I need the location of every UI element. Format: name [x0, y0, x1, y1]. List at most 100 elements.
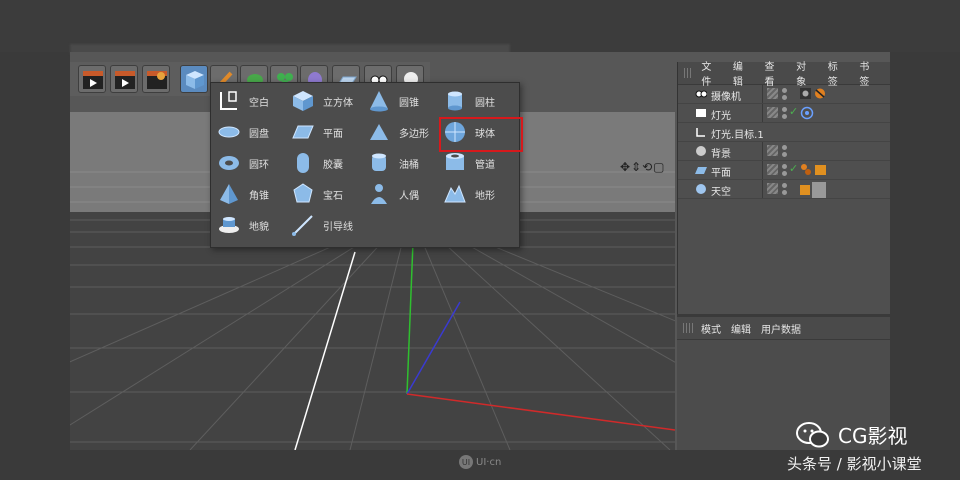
object-name: 灯光 — [711, 111, 731, 122]
primitive-objects-menu: 空白 立方体 圆锥 圆柱 圆盘 平面 多边形 球体 圆环 胶囊 油桶 管道 角锥 宝石 人偶 地形 地貌 引导线 — [210, 82, 523, 248]
pyramid-icon — [220, 184, 238, 204]
object-name: 摄像机 — [711, 92, 741, 103]
layer-icon[interactable] — [767, 88, 778, 99]
object-name: 灯光.目标.1 — [711, 130, 764, 141]
menu-item-label: 圆盘 — [249, 128, 269, 140]
attribute-manager-menu: 模式 编辑 用户数据 — [677, 317, 890, 340]
menu-item-disc[interactable]: 圆盘 — [213, 117, 283, 147]
background-icon — [696, 146, 706, 156]
uicn-logo-icon: UI — [459, 455, 473, 469]
menu-item-relief[interactable]: 地貌 — [213, 210, 283, 240]
object-name: 背景 — [711, 149, 731, 160]
menu-item-label: 角锥 — [249, 190, 269, 202]
cinema4d-window: ✥⇕⟲▢ 空白 立方体 圆锥 圆柱 圆盘 平面 多边形 球体 圆环 胶囊 油桶 管道 角锥 宝石 人偶 地形地… — [70, 52, 890, 450]
layer-icon[interactable] — [767, 107, 778, 118]
subtitle-text: 头条号 / 影视小课堂 — [787, 455, 922, 473]
object-row-camera[interactable]: 摄像机 — [678, 85, 890, 104]
menu-item-pyramid[interactable]: 角锥 — [213, 179, 283, 209]
guide-icon — [292, 215, 313, 236]
menu-edit[interactable]: 编辑 — [731, 321, 751, 336]
light-icon — [696, 109, 706, 117]
menu-bookmarks[interactable]: 书签 — [859, 58, 878, 88]
menu-item-label: 胶囊 — [323, 159, 343, 171]
object-row-light[interactable]: 灯光 ✓ — [678, 104, 890, 123]
layer-icon[interactable] — [767, 183, 778, 194]
object-row-plane[interactable]: 平面 ✓ — [678, 161, 890, 180]
relief-icon — [219, 217, 239, 233]
cylinder-icon — [448, 91, 462, 111]
menu-objects[interactable]: 对象 — [796, 58, 815, 88]
disc-icon — [218, 126, 240, 138]
torus-icon — [219, 156, 239, 170]
cube-tool-button[interactable] — [180, 65, 208, 93]
render-picture-button[interactable] — [110, 65, 138, 93]
object-row-light-target[interactable]: 灯光.目标.1 — [678, 123, 890, 142]
menu-item-label: 人偶 — [399, 190, 419, 202]
clapper-icon — [83, 71, 103, 89]
menu-item-cylinder[interactable]: 圆柱 — [439, 86, 515, 116]
menu-item-guide[interactable]: 引导线 — [287, 210, 361, 240]
menu-view[interactable]: 查看 — [765, 58, 784, 88]
menu-item-label: 管道 — [475, 159, 495, 171]
menu-file[interactable]: 文件 — [701, 58, 720, 88]
menu-item-label: 地貌 — [249, 221, 269, 233]
menu-item-label: 油桶 — [399, 159, 419, 171]
landscape-icon — [444, 184, 466, 203]
menu-user-data[interactable]: 用户数据 — [761, 321, 801, 336]
menu-item-oil-tank[interactable]: 油桶 — [363, 148, 437, 178]
menu-item-cone[interactable]: 圆锥 — [363, 86, 437, 116]
menu-item-platonic[interactable]: 宝石 — [287, 179, 361, 209]
enabled-check-icon[interactable]: ✓ — [789, 105, 798, 118]
object-row-sky[interactable]: 天空 — [678, 180, 890, 199]
object-row-background[interactable]: 背景 — [678, 142, 890, 161]
layer-icon[interactable] — [767, 145, 778, 156]
null-object-icon — [220, 91, 237, 110]
brand-text: CG影视 — [838, 424, 908, 448]
enabled-check-icon[interactable]: ✓ — [789, 162, 798, 175]
render-view-button[interactable] — [78, 65, 106, 93]
object-name: 平面 — [711, 168, 731, 179]
menu-item-label: 圆环 — [249, 159, 269, 171]
menu-mode[interactable]: 模式 — [701, 321, 721, 336]
menu-item-null-object[interactable]: 空白 — [213, 86, 283, 116]
menu-item-tube[interactable]: 管道 — [439, 148, 515, 178]
target-tag-icon[interactable] — [800, 106, 828, 120]
menu-item-figure[interactable]: 人偶 — [363, 179, 437, 209]
material-tag-icon[interactable] — [800, 163, 828, 177]
menu-item-polygon[interactable]: 多边形 — [363, 117, 437, 147]
sky-icon — [696, 184, 706, 194]
menu-item-label: 空白 — [249, 97, 269, 109]
menu-item-label: 立方体 — [323, 97, 353, 109]
wechat-watermark: CG影视 — [796, 420, 907, 449]
texture-tag-icon[interactable] — [800, 182, 828, 198]
render-settings-button[interactable] — [142, 65, 170, 93]
null-object-icon — [696, 128, 705, 137]
viewport-nav-icons[interactable]: ✥⇕⟲▢ — [620, 160, 666, 174]
wechat-icon — [796, 421, 829, 447]
plane-icon — [695, 167, 707, 174]
menu-item-label: 圆锥 — [399, 97, 419, 109]
uicn-watermark: UI UI·cn — [459, 455, 501, 469]
menu-item-landscape[interactable]: 地形 — [439, 179, 515, 209]
uicn-text: UI·cn — [476, 456, 502, 468]
menu-item-label: 多边形 — [399, 128, 429, 140]
menu-item-cube[interactable]: 立方体 — [287, 86, 361, 116]
camera-icon — [695, 90, 707, 98]
object-name: 天空 — [711, 187, 731, 198]
menu-edit[interactable]: 编辑 — [733, 58, 752, 88]
layer-icon[interactable] — [767, 164, 778, 175]
object-manager: 文件 编辑 查看 对象 标签 书签 摄像机 灯光 ✓ 灯光.目标.1 背景 平面… — [677, 62, 890, 320]
object-manager-menu: 文件 编辑 查看 对象 标签 书签 — [678, 62, 890, 88]
tag-icons[interactable] — [800, 87, 828, 101]
polygon-icon — [370, 124, 388, 140]
clapper-gear-icon — [147, 71, 167, 89]
menu-tags[interactable]: 标签 — [828, 58, 847, 88]
menu-item-capsule[interactable]: 胶囊 — [287, 148, 361, 178]
menu-item-plane[interactable]: 平面 — [287, 117, 361, 147]
menu-item-label: 圆柱 — [475, 97, 495, 109]
menu-item-torus[interactable]: 圆环 — [213, 148, 283, 178]
tube-icon — [446, 153, 464, 170]
plane-icon — [292, 125, 314, 139]
platonic-icon — [293, 183, 313, 203]
clapper-icon — [115, 71, 135, 89]
